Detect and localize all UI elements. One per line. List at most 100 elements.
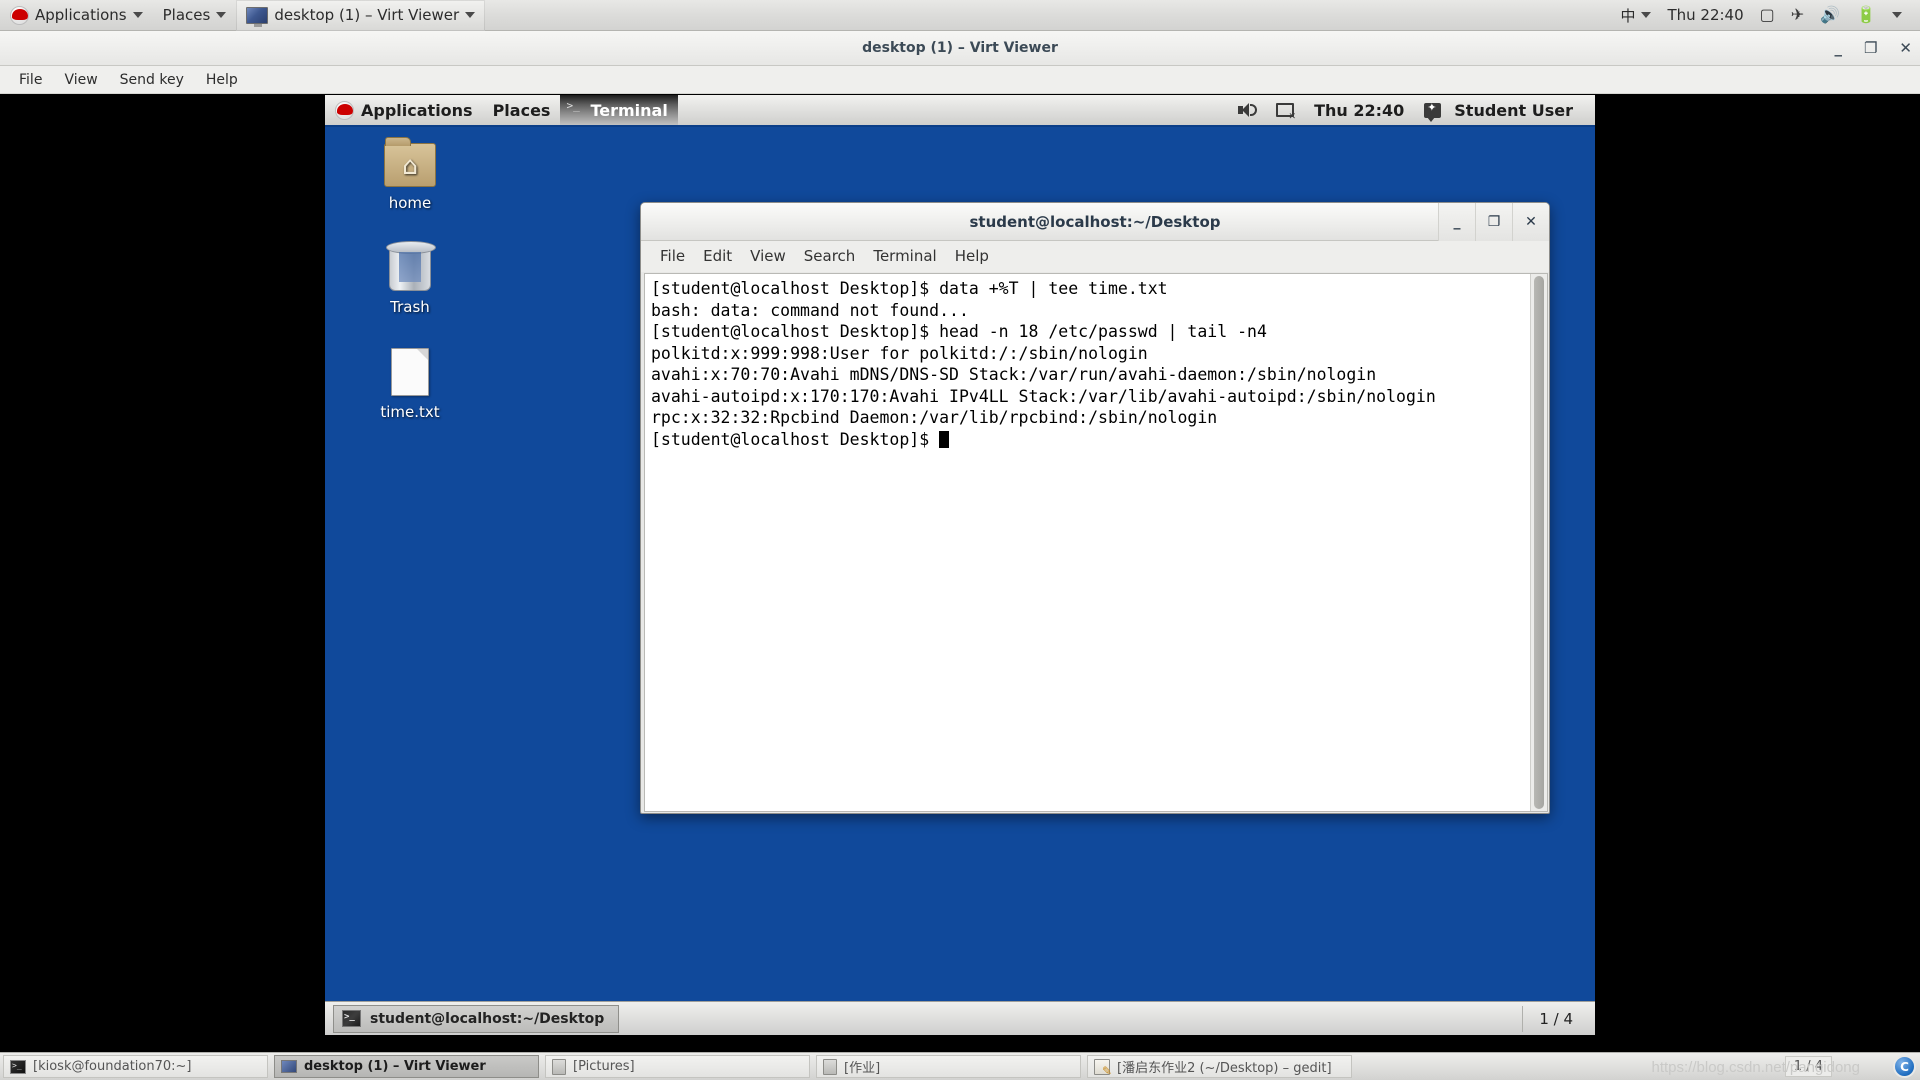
host-applications-menu[interactable]: Applications (0, 0, 153, 31)
virt-viewer-title: desktop (1) – Virt Viewer (862, 40, 1058, 56)
chevron-down-icon (1641, 12, 1652, 18)
terminal-line: polkitd:x:999:998:User for polkitd:/:/sb… (651, 343, 1148, 363)
terminal-line: [student@localhost Desktop]$ head -n 18 … (651, 322, 1267, 341)
terminal-prompt: [student@localhost Desktop]$ (651, 429, 940, 449)
host-taskbar-item-pictures[interactable]: [Pictures] (545, 1055, 810, 1078)
virt-viewer-window-buttons: _ ❐ ✕ (1834, 31, 1912, 66)
airplane-glyph: ✈ (1790, 5, 1805, 24)
host-taskbar-item-homework[interactable]: [作业] (816, 1055, 1081, 1078)
terminal-cursor (939, 430, 950, 448)
vm-applications-label: Applications (361, 100, 473, 120)
menu-help[interactable]: Help (195, 66, 249, 94)
menu-file[interactable]: File (8, 66, 53, 94)
terminal-menu-file[interactable]: File (651, 241, 694, 272)
user-status-icon (1424, 101, 1442, 122)
vm-taskbar: student@localhost:~/Desktop 1 / 4 (325, 1001, 1595, 1035)
volume-icon[interactable]: 🔊 (1812, 0, 1848, 31)
terminal-body[interactable]: [student@localhost Desktop]$ data +%T | … (644, 273, 1548, 812)
host-taskbar-item-label: [潘启东作业2 (~/Desktop) – gedit] (1117, 1061, 1332, 1076)
terminal-menu-view[interactable]: View (741, 241, 795, 272)
host-clock-label: Thu 22:40 (1667, 6, 1744, 24)
chevron-down-icon (132, 12, 143, 18)
battery-icon[interactable]: 🔋 (1848, 0, 1884, 31)
file-manager-icon (823, 1058, 837, 1075)
terminal-minimize-button[interactable]: _ (1438, 203, 1475, 241)
network-disconnected-icon[interactable] (1266, 95, 1304, 125)
host-top-panel: Applications Places desktop (1) – Virt V… (0, 0, 1920, 31)
input-method-indicator[interactable]: 中 (1612, 0, 1659, 31)
virt-viewer-titlebar: desktop (1) – Virt Viewer _ ❐ ✕ (0, 31, 1920, 66)
maximize-button[interactable]: ❐ (1864, 41, 1877, 56)
host-workspace-switcher[interactable]: 1 / 4 (1784, 1056, 1832, 1077)
host-taskbar-item-gedit[interactable]: [潘启东作业2 (~/Desktop) – gedit] (1087, 1055, 1352, 1078)
terminal-titlebar: student@localhost:~/Desktop _ ❐ ✕ (641, 203, 1549, 241)
desktop-icon-home-label: home (388, 194, 432, 212)
menu-send-key[interactable]: Send key (109, 66, 195, 94)
minimize-button[interactable]: _ (1834, 41, 1842, 56)
airplane-mode-icon[interactable]: ✈ (1783, 0, 1812, 31)
host-system-tray: 中 Thu 22:40 ▢ ✈ 🔊 🔋 (1612, 0, 1920, 31)
host-clock[interactable]: Thu 22:40 (1659, 0, 1751, 31)
terminal-scrollbar[interactable] (1530, 274, 1547, 811)
vm-taskbar-item-terminal[interactable]: student@localhost:~/Desktop (333, 1004, 620, 1033)
terminal-window: student@localhost:~/Desktop _ ❐ ✕ File E… (640, 202, 1550, 814)
menu-view[interactable]: View (53, 66, 108, 94)
terminal-menu-edit[interactable]: Edit (694, 241, 741, 272)
vm-places-label: Places (492, 100, 551, 120)
host-window-label: desktop (1) – Virt Viewer (274, 6, 460, 24)
vm-user-menu[interactable]: Student User (1414, 95, 1583, 125)
vm-clock[interactable]: Thu 22:40 (1304, 95, 1414, 125)
vm-places-menu[interactable]: Places (483, 95, 561, 125)
chevron-down-icon (465, 12, 476, 18)
virt-viewer-menubar: File View Send key Help (0, 66, 1920, 94)
speaker-glyph (1238, 102, 1258, 118)
terminal-prompt-line: [student@localhost Desktop]$ (651, 429, 1524, 451)
vm-workspace-switcher[interactable]: 1 / 4 (1522, 1005, 1589, 1032)
host-taskbar-item-label: [kiosk@foundation70:~] (33, 1059, 192, 1074)
terminal-line: [student@localhost Desktop]$ data +%T | … (651, 279, 1168, 298)
terminal-menu-help[interactable]: Help (946, 241, 998, 272)
terminal-menu-search[interactable]: Search (795, 241, 865, 272)
host-taskbar: [kiosk@foundation70:~] desktop (1) – Vir… (0, 1052, 1920, 1080)
terminal-menubar: File Edit View Search Terminal Help (641, 241, 1549, 272)
desktop-icon-home[interactable]: ⌂ home (355, 137, 465, 212)
host-taskbar-item-label: desktop (1) – Virt Viewer (304, 1059, 486, 1074)
host-taskbar-item-label: [Pictures] (573, 1059, 635, 1074)
terminal-maximize-button[interactable]: ❐ (1475, 203, 1512, 241)
vm-applications-menu[interactable]: Applications (325, 95, 483, 125)
monitor-icon (281, 1060, 297, 1073)
terminal-scrollbar-thumb[interactable] (1534, 276, 1544, 809)
terminal-close-button[interactable]: ✕ (1512, 203, 1549, 241)
host-places-label: Places (162, 6, 211, 24)
desktop-icon-trash[interactable]: Trash (355, 241, 465, 316)
vm-taskbar-item-label: student@localhost:~/Desktop (370, 1010, 605, 1027)
host-taskbar-item-virt-viewer[interactable]: desktop (1) – Virt Viewer (274, 1055, 539, 1078)
terminal-line: avahi:x:70:70:Avahi mDNS/DNS-SD Stack:/v… (651, 365, 1377, 384)
host-taskbar-item-kiosk-terminal[interactable]: [kiosk@foundation70:~] (3, 1055, 268, 1078)
desktop-icon-time-txt-label: time.txt (380, 403, 440, 421)
vm-active-app-label: Terminal (590, 100, 668, 120)
system-menu-chevron[interactable] (1884, 0, 1910, 31)
host-taskbar-item-label: [作业] (844, 1061, 881, 1076)
terminal-menu-terminal[interactable]: Terminal (864, 241, 945, 272)
host-places-menu[interactable]: Places (153, 0, 237, 31)
host-window-menu[interactable]: desktop (1) – Virt Viewer (236, 0, 486, 31)
vm-status-area: Thu 22:40 Student User (1228, 95, 1595, 125)
input-method-label: 中 (1620, 6, 1636, 25)
display-icon[interactable]: ▢ (1752, 0, 1783, 31)
terminal-line: avahi-autoipd:x:170:170:Avahi IPv4LL Sta… (651, 386, 1436, 406)
terminal-line: bash: data: command not found... (651, 300, 969, 320)
volume-glyph: 🔊 (1820, 5, 1841, 24)
terminal-output[interactable]: [student@localhost Desktop]$ data +%T | … (645, 274, 1530, 811)
chevron-down-icon (1892, 12, 1902, 18)
vm-active-app-button[interactable]: Terminal (560, 95, 678, 125)
terminal-icon (342, 1010, 361, 1027)
terminal-title-label: student@localhost:~/Desktop (969, 212, 1221, 231)
desktop-icon-time-txt[interactable]: time.txt (355, 348, 465, 421)
host-workspace-label: 1 / 4 (1793, 1059, 1823, 1074)
volume-icon[interactable] (1228, 95, 1266, 125)
battery-glyph: 🔋 (1856, 5, 1876, 24)
terminal-icon (10, 1059, 26, 1074)
vm-workspace-label: 1 / 4 (1539, 1009, 1573, 1028)
close-button[interactable]: ✕ (1899, 41, 1912, 56)
